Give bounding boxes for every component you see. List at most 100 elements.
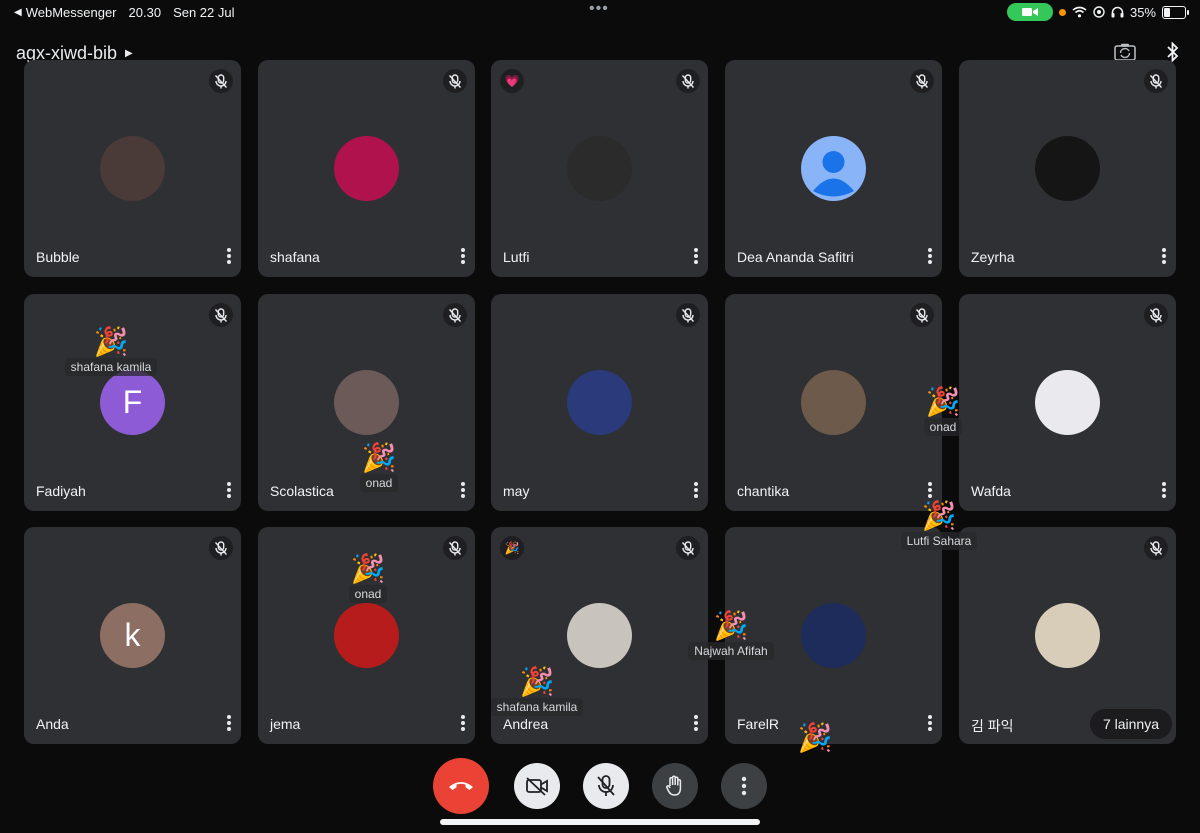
status-bar: ◀ WebMessenger 20.30 Sen 22 Jul ••• 35% xyxy=(0,0,1200,24)
avatar-initial: F xyxy=(122,384,143,420)
participant-menu-icon[interactable] xyxy=(459,713,467,733)
multitask-dots-icon[interactable]: ••• xyxy=(589,1,609,17)
floating-reaction: 🎉 shafana kamila xyxy=(56,326,166,376)
status-date: Sen 22 Jul xyxy=(173,5,235,20)
mic-off-icon xyxy=(1144,536,1168,560)
participant-tile[interactable]: may xyxy=(491,294,708,511)
floating-reaction: 🎉 shafana kamila xyxy=(482,666,592,716)
avatar xyxy=(1035,603,1100,668)
floating-reaction: 🎉 Lutfi Sahara xyxy=(884,500,994,550)
raise-hand-button[interactable] xyxy=(652,763,698,809)
camera-toggle-button[interactable] xyxy=(514,763,560,809)
avatar xyxy=(801,370,866,435)
participant-menu-icon[interactable] xyxy=(459,246,467,266)
avatar: F xyxy=(100,370,165,435)
more-vert-icon xyxy=(741,776,747,796)
participant-name: Lutfi xyxy=(503,249,530,265)
participant-tile[interactable]: Bubble xyxy=(24,60,241,277)
participant-menu-icon[interactable] xyxy=(459,480,467,500)
reaction-sender: shafana kamila xyxy=(490,698,584,716)
reaction-sender: Lutfi Sahara xyxy=(900,532,978,550)
participant-tile[interactable]: shafana xyxy=(258,60,475,277)
reaction-emoji: 🎉 xyxy=(797,722,833,753)
battery-percent: 35% xyxy=(1129,4,1156,20)
mic-off-icon xyxy=(597,775,615,796)
reaction-emoji: 🎉 xyxy=(713,610,749,641)
mic-off-icon xyxy=(676,69,700,93)
bluetooth-audio-icon[interactable] xyxy=(1166,42,1180,62)
participant-name: Dea Ananda Safitri xyxy=(737,249,854,265)
reaction-emoji: 🎉 xyxy=(350,553,386,584)
avatar xyxy=(1035,136,1100,201)
back-caret-icon[interactable]: ◀ xyxy=(14,7,22,18)
avatar-initial: k xyxy=(124,617,141,653)
participant-name: jema xyxy=(270,716,301,732)
mic-off-icon xyxy=(443,536,467,560)
more-options-button[interactable] xyxy=(721,763,767,809)
reaction-emoji: 🎉 xyxy=(93,326,129,357)
caret-right-icon: ▶ xyxy=(125,48,133,59)
participant-tile[interactable]: k Anda xyxy=(24,527,241,744)
mic-off-icon xyxy=(443,303,467,327)
avatar xyxy=(334,370,399,435)
participant-menu-icon[interactable] xyxy=(1160,480,1168,500)
participant-tile[interactable]: Dea Ananda Safitri xyxy=(725,60,942,277)
reaction-badge: 💗 xyxy=(500,69,524,93)
mic-off-icon xyxy=(1144,303,1168,327)
participant-name: Bubble xyxy=(36,249,80,265)
video-icon xyxy=(1021,8,1038,16)
back-app-label[interactable]: WebMessenger xyxy=(26,5,117,20)
mic-off-icon xyxy=(676,303,700,327)
mic-in-use-dot xyxy=(1058,8,1066,16)
participant-name: Zeyrha xyxy=(971,249,1015,265)
mic-off-icon xyxy=(209,536,233,560)
avatar xyxy=(567,136,632,201)
floating-reaction: 🎉 onad xyxy=(324,442,434,492)
participant-menu-icon[interactable] xyxy=(225,246,233,266)
participant-menu-icon[interactable] xyxy=(692,713,700,733)
participant-menu-icon[interactable] xyxy=(692,246,700,266)
participant-name: Fadiyah xyxy=(36,483,86,499)
participant-name: Anda xyxy=(36,716,69,732)
participant-tile[interactable]: 김 파익 7 lainnya xyxy=(959,527,1176,744)
home-indicator[interactable] xyxy=(440,819,760,825)
more-participants-button[interactable]: 7 lainnya xyxy=(1089,709,1172,739)
avatar xyxy=(567,370,632,435)
reaction-sender: shafana kamila xyxy=(64,358,158,376)
avatar xyxy=(567,603,632,668)
floating-reaction: 🎉 onad xyxy=(888,386,998,436)
participant-menu-icon[interactable] xyxy=(926,246,934,266)
mic-off-icon xyxy=(676,536,700,560)
avatar xyxy=(801,136,866,201)
mic-toggle-button[interactable] xyxy=(583,763,629,809)
switch-camera-icon[interactable] xyxy=(1114,43,1136,61)
call-end-icon xyxy=(449,782,473,790)
participant-name: Wafda xyxy=(971,483,1011,499)
call-controls xyxy=(0,758,1200,814)
participant-name: 김 파익 xyxy=(971,718,1014,734)
participant-name: may xyxy=(503,483,530,499)
floating-reaction: 🎉 xyxy=(760,722,870,754)
participant-menu-icon[interactable] xyxy=(692,480,700,500)
hand-icon xyxy=(666,775,682,796)
reaction-sender: onad xyxy=(359,474,399,492)
avatar: k xyxy=(100,603,165,668)
participant-menu-icon[interactable] xyxy=(1160,246,1168,266)
participant-menu-icon[interactable] xyxy=(225,713,233,733)
mic-off-icon xyxy=(443,69,467,93)
reaction-sender: onad xyxy=(348,585,388,603)
end-call-button[interactable] xyxy=(433,758,489,814)
reaction-emoji: 🎉 xyxy=(925,386,961,417)
participant-menu-icon[interactable] xyxy=(926,713,934,733)
mic-off-icon xyxy=(209,303,233,327)
mic-off-icon xyxy=(209,69,233,93)
participant-menu-icon[interactable] xyxy=(926,480,934,500)
mic-off-icon xyxy=(1144,69,1168,93)
avatar xyxy=(1035,370,1100,435)
participant-tile[interactable]: Lutfi 💗 xyxy=(491,60,708,277)
reaction-sender: Najwah Afifah xyxy=(688,642,774,660)
participant-menu-icon[interactable] xyxy=(225,480,233,500)
camera-in-use-indicator xyxy=(1006,3,1053,21)
participant-tile[interactable]: Zeyrha xyxy=(959,60,1176,277)
participant-name: shafana xyxy=(270,249,320,265)
